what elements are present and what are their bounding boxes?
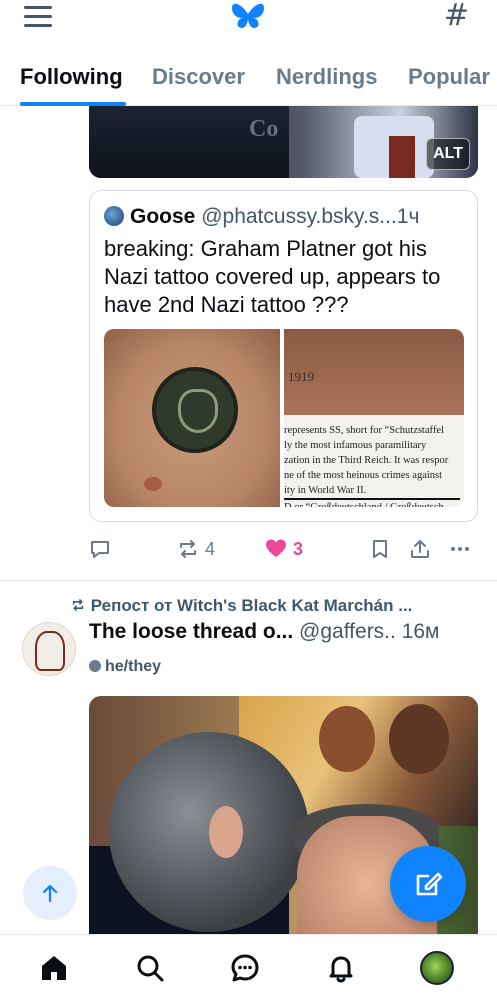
- image-partial-text: Co: [249, 116, 279, 142]
- heart-icon: [266, 539, 286, 557]
- hashtag-icon[interactable]: #: [444, 0, 469, 32]
- tab-popular[interactable]: Popular: [408, 64, 490, 90]
- nav-profile-avatar[interactable]: [420, 951, 454, 985]
- article-text: represents SS, short for “Schutzstaffel …: [284, 423, 460, 507]
- avatar-figure: [35, 631, 65, 671]
- nav-search[interactable]: [133, 951, 167, 985]
- tab-following[interactable]: Following: [20, 64, 123, 90]
- top-bar: #: [0, 0, 497, 40]
- info-icon: [89, 660, 101, 672]
- image-region: [389, 136, 415, 178]
- post-header: The loose thread o... @gaffers.. 16м: [89, 620, 481, 644]
- reply-icon: [91, 541, 109, 558]
- ellipsis-icon: [451, 547, 469, 551]
- pronouns-text: he/they: [105, 658, 162, 675]
- article-line: represents SS, short for “Schutzstaffel: [284, 425, 444, 436]
- repost-button[interactable]: 4: [177, 536, 215, 562]
- author-name[interactable]: The loose thread o...: [89, 620, 293, 643]
- article-line: ly the most infamous paramilitary: [284, 440, 427, 451]
- quoted-post-text: breaking: Graham Platner got his Nazi ta…: [104, 236, 441, 317]
- article-line: D or “Großdeutschland / Großdeutsch: [284, 498, 460, 507]
- tattoo-inner-shape: [178, 389, 218, 433]
- like-count: 3: [293, 538, 304, 559]
- tab-discover[interactable]: Discover: [152, 64, 245, 90]
- post-time: 16м: [401, 620, 440, 643]
- more-options-button[interactable]: [449, 536, 471, 562]
- quoted-post-header: Goose @phatcussy.bsky.s...1ч: [104, 205, 474, 231]
- repost-icon: [180, 540, 196, 558]
- share-button[interactable]: [409, 536, 431, 562]
- compose-button[interactable]: [390, 846, 466, 922]
- quoted-author-handle[interactable]: @phatcussy.bsky.s...: [201, 205, 397, 228]
- share-icon: [411, 540, 429, 558]
- avatar[interactable]: [104, 206, 124, 226]
- nav-home[interactable]: [37, 951, 71, 985]
- chat-icon: [231, 954, 259, 982]
- repost-label: Репост от Witch's Black Kat Marchán ...: [90, 596, 413, 615]
- post-divider: [0, 580, 497, 581]
- reply-button[interactable]: [89, 536, 111, 562]
- butterfly-logo[interactable]: [228, 0, 268, 34]
- hamburger-icon[interactable]: [24, 6, 52, 28]
- bottom-nav: [0, 934, 497, 1000]
- image-region: [319, 706, 375, 772]
- tattoo-number: 1919: [288, 369, 314, 384]
- bell-icon: [329, 956, 353, 983]
- quoted-image-article[interactable]: 1919 represents SS, short for “Schutzsta…: [284, 329, 464, 507]
- author-handle[interactable]: @gaffers..: [299, 620, 396, 643]
- post-actions: 4 3: [89, 534, 478, 564]
- repost-count: 4: [205, 538, 216, 559]
- alt-badge[interactable]: ALT: [426, 138, 470, 170]
- post-image[interactable]: Co ALT: [89, 106, 478, 178]
- quoted-image-tattoo[interactable]: [104, 329, 280, 507]
- article-line: zation in the Third Reich. It was respor: [284, 455, 449, 466]
- bookmark-button[interactable]: [369, 536, 391, 562]
- like-button[interactable]: 3: [265, 536, 303, 562]
- image-region: [209, 806, 243, 858]
- repost-indicator[interactable]: Репост от Witch's Black Kat Marchán ...: [70, 596, 480, 616]
- avatar[interactable]: [22, 622, 76, 676]
- feed-tabs: Following Discover Nerdlings Popular: [0, 54, 497, 106]
- compose-icon: [416, 872, 443, 896]
- skin-photo: 1919: [284, 329, 464, 415]
- search-icon: [137, 955, 164, 982]
- home-icon: [42, 956, 66, 980]
- repost-icon: [72, 599, 84, 611]
- pronouns: he/they: [89, 658, 161, 676]
- nav-notifications[interactable]: [324, 951, 358, 985]
- quoted-post-time: 1ч: [396, 205, 420, 228]
- quoted-post[interactable]: Goose @phatcussy.bsky.s...1ч breaking: G…: [89, 190, 478, 522]
- nav-chat[interactable]: [228, 951, 262, 985]
- scroll-to-top-button[interactable]: [23, 866, 77, 920]
- image-region: [389, 704, 449, 774]
- tattoo-shape: [152, 367, 238, 453]
- arrow-up-icon: [42, 884, 58, 903]
- tab-nerdlings[interactable]: Nerdlings: [276, 64, 377, 90]
- bookmark-icon: [373, 540, 387, 558]
- skin-detail: [144, 477, 162, 491]
- article-line: ne of the most heinous crimes against: [284, 470, 443, 481]
- article-line: ity in World War II.: [284, 485, 367, 496]
- feed[interactable]: Co ALT Goose @phatcussy.bsky.s...1ч brea…: [0, 106, 497, 934]
- quoted-author-name[interactable]: Goose: [130, 205, 195, 228]
